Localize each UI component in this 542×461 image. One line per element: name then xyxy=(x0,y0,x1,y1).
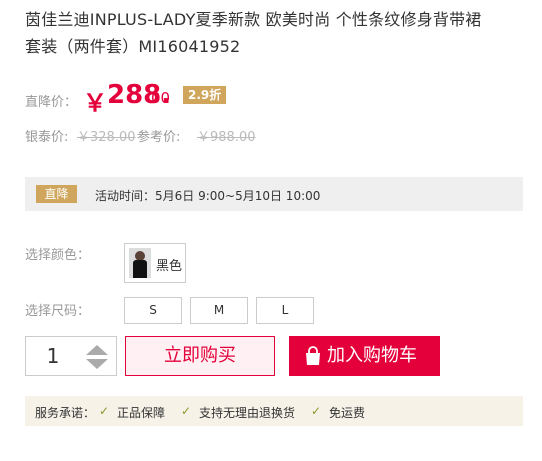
buy-now-button[interactable]: 立即购买 xyxy=(125,336,275,376)
currency-symbol: ￥ xyxy=(83,89,107,117)
product-title-line-2: 套装（两件套）MI16041952 xyxy=(25,37,241,56)
promotion-time: 活动时间：5月6日 9:00~5月10日 10:00 xyxy=(95,189,321,203)
price-row: 直降价： ￥ 288. 00 2.9折 xyxy=(25,80,525,117)
color-thumbnail xyxy=(129,248,151,278)
price-label: 直降价： xyxy=(25,95,78,110)
service-item: 支持无理由退换货 xyxy=(199,406,296,420)
discount-badge: 2.9折 xyxy=(183,86,227,104)
service-promise-bar: 服务承诺： ✓ 正品保障 ✓ 支持无理由退换货 ✓ 免运费 xyxy=(25,396,523,426)
service-item: 正品保障 xyxy=(117,406,166,420)
add-to-cart-label: 加入购物车 xyxy=(327,345,417,366)
check-icon: ✓ xyxy=(311,404,322,418)
yintai-price-label: 银泰价: xyxy=(25,130,69,145)
promotion-bar: 直降 活动时间：5月6日 9:00~5月10日 10:00 xyxy=(25,177,523,211)
shopping-bag-icon xyxy=(306,346,320,365)
decrease-arrow-icon[interactable] xyxy=(86,359,108,369)
color-option-label: 黑色 xyxy=(156,259,183,274)
reference-price: ￥988.00 xyxy=(197,130,256,145)
product-title: 茵佳兰迪INPLUS-LADY夏季新款 欧美时尚 个性条纹修身背带裙 套装（两件… xyxy=(25,6,530,60)
check-icon: ✓ xyxy=(181,404,192,418)
price-decimal: 00 xyxy=(151,89,171,107)
color-option-black[interactable]: 黑色 xyxy=(124,243,186,283)
size-option-m[interactable]: M xyxy=(190,297,248,324)
service-label: 服务承诺： xyxy=(35,406,96,420)
increase-arrow-icon[interactable] xyxy=(86,345,108,355)
quantity-input[interactable]: 1 xyxy=(26,337,80,375)
quantity-stepper: 1 xyxy=(25,336,117,376)
color-label: 选择颜色： xyxy=(25,248,91,263)
service-item: 免运费 xyxy=(329,406,366,420)
reference-prices: 银泰价: ￥328.00 参考价: ￥988.00 xyxy=(25,126,525,146)
add-to-cart-button[interactable]: 加入购物车 xyxy=(289,336,440,376)
product-title-line-1: 茵佳兰迪INPLUS-LADY夏季新款 欧美时尚 个性条纹修身背带裙 xyxy=(25,10,482,29)
size-option-s[interactable]: S xyxy=(124,297,182,324)
check-icon: ✓ xyxy=(99,404,110,418)
yintai-price: ￥328.00 xyxy=(77,130,136,145)
size-option-l[interactable]: L xyxy=(256,297,314,324)
promotion-tag: 直降 xyxy=(36,185,77,203)
reference-price-label: 参考价: xyxy=(137,130,181,145)
size-label: 选择尺码： xyxy=(25,304,91,319)
